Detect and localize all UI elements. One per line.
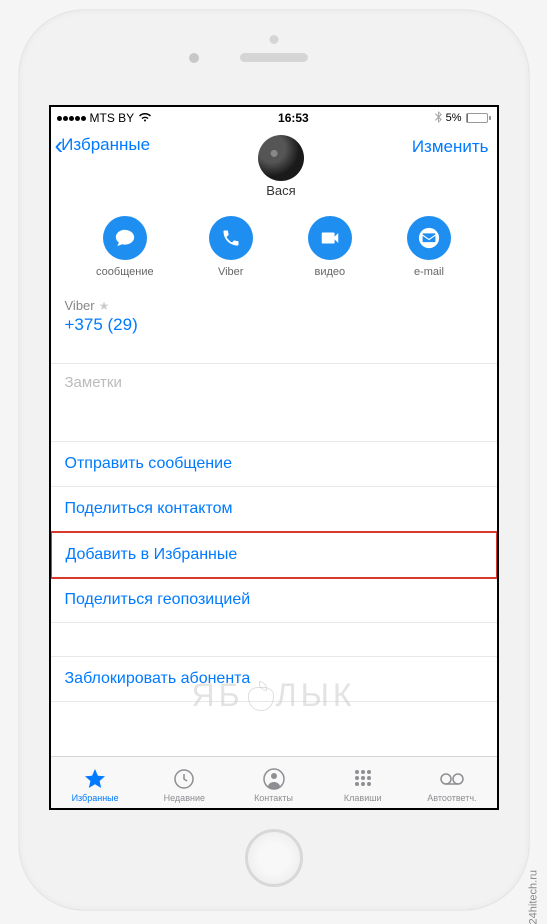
status-left: MTS BY: [57, 111, 153, 125]
tab-keypad-label: Клавиши: [344, 793, 382, 803]
share-contact-button[interactable]: Поделиться контактом: [51, 487, 497, 532]
contact-name: Вася: [150, 183, 412, 198]
action-email[interactable]: e-mail: [407, 216, 451, 278]
back-button[interactable]: ‹ Избранные: [55, 135, 151, 155]
tab-voicemail-label: Автоответч.: [427, 793, 476, 803]
action-video-label: видео: [314, 266, 345, 278]
status-bar: MTS BY 16:53 5%: [51, 107, 497, 129]
outer-watermark: 24hitech.ru: [527, 870, 539, 924]
tab-recents-label: Недавние: [164, 793, 205, 803]
screen-content: ‹ Избранные Вася Изменить сообщение: [51, 129, 497, 808]
action-email-label: e-mail: [414, 266, 444, 278]
nav-header: ‹ Избранные Вася Изменить: [51, 129, 497, 202]
star-icon: ★: [99, 299, 110, 313]
action-video[interactable]: видео: [308, 216, 352, 278]
actions-row: сообщение Viber видео: [51, 202, 497, 288]
tab-bar: Избранные Недавние Контакты: [51, 756, 497, 808]
phone-speaker: [240, 53, 308, 62]
tab-recents[interactable]: Недавние: [140, 767, 229, 803]
screen: MTS BY 16:53 5% ‹ Избран: [49, 105, 499, 810]
signal-dots-icon: [57, 116, 86, 121]
edit-button[interactable]: Изменить: [412, 135, 489, 157]
back-label: Избранные: [61, 135, 150, 155]
home-button[interactable]: [245, 829, 303, 887]
message-icon: [103, 216, 147, 260]
list-gap: [51, 623, 497, 657]
phone-frame: MTS BY 16:53 5% ‹ Избран: [19, 10, 529, 910]
phone-number[interactable]: +375 (29): [65, 315, 483, 335]
action-viber[interactable]: Viber: [209, 216, 253, 278]
notes-placeholder: Заметки: [65, 374, 483, 391]
phone-icon: [209, 216, 253, 260]
carrier-label: MTS BY: [90, 111, 135, 125]
add-to-favorites-button[interactable]: Добавить в Избранные: [51, 531, 497, 579]
send-message-button[interactable]: Отправить сообщение: [51, 442, 497, 487]
tab-voicemail[interactable]: Автоответч.: [407, 767, 496, 803]
email-icon: [407, 216, 451, 260]
phone-camera: [189, 53, 199, 63]
block-contact-button[interactable]: Заблокировать абонента: [51, 657, 497, 702]
action-message[interactable]: сообщение: [96, 216, 154, 278]
action-viber-label: Viber: [218, 266, 243, 278]
tab-contacts-label: Контакты: [254, 793, 293, 803]
person-icon: [262, 767, 286, 791]
phone-sensor: [269, 35, 278, 44]
share-location-button[interactable]: Поделиться геопозицией: [51, 578, 497, 623]
voicemail-icon: [438, 767, 466, 791]
action-message-label: сообщение: [96, 266, 154, 278]
tab-keypad[interactable]: Клавиши: [318, 767, 407, 803]
keypad-icon: [351, 767, 375, 791]
phone-type-label: Viber ★: [65, 298, 483, 313]
clock-icon: [172, 767, 196, 791]
tab-contacts[interactable]: Контакты: [229, 767, 318, 803]
nav-center: Вася: [150, 135, 412, 198]
video-icon: [308, 216, 352, 260]
wifi-icon: [138, 111, 152, 125]
battery-percent: 5%: [446, 112, 462, 124]
tab-favorites[interactable]: Избранные: [51, 767, 140, 803]
status-right: 5%: [435, 111, 491, 126]
tab-favorites-label: Избранные: [72, 793, 119, 803]
notes-section[interactable]: Заметки: [51, 364, 497, 442]
battery-icon: [466, 113, 491, 123]
bluetooth-icon: [435, 111, 442, 126]
contact-avatar[interactable]: [258, 135, 304, 181]
actions-list: Отправить сообщение Поделиться контактом…: [51, 442, 497, 702]
phone-section[interactable]: Viber ★ +375 (29): [51, 288, 497, 364]
star-icon: [83, 767, 107, 791]
status-time: 16:53: [278, 111, 309, 125]
